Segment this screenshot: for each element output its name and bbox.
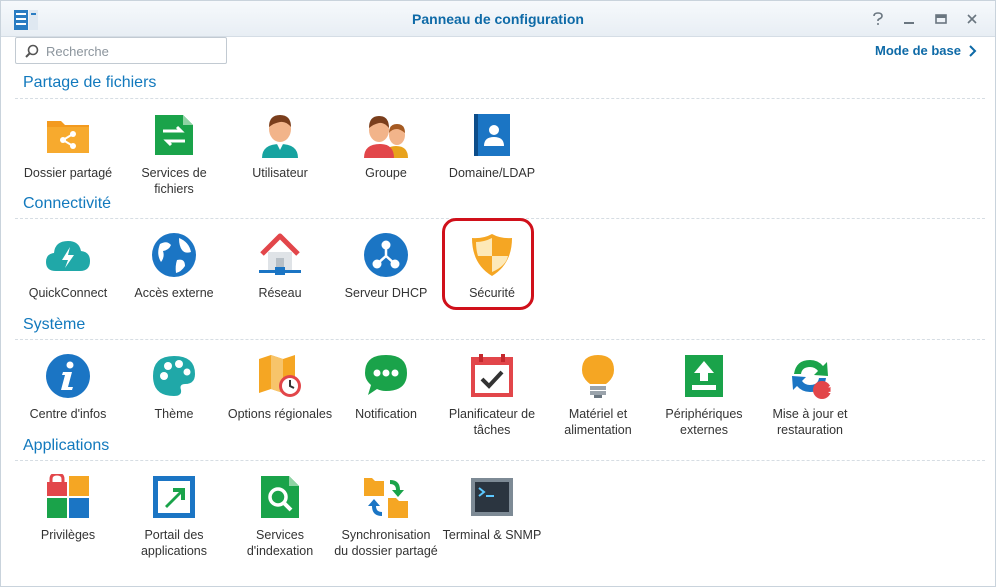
section-divider bbox=[15, 339, 985, 340]
calendar-check-icon bbox=[471, 354, 513, 397]
item-label: Périphériques externes bbox=[665, 407, 743, 437]
item-label: Centre d'infos bbox=[29, 407, 107, 421]
item-theme[interactable]: Thème bbox=[121, 352, 227, 422]
item-label: Notification bbox=[355, 407, 417, 421]
folder-sync-icon bbox=[364, 478, 408, 518]
item-file-services[interactable]: Services de fichiers bbox=[121, 111, 227, 197]
info-icon bbox=[46, 354, 90, 398]
dhcp-server-icon bbox=[364, 233, 408, 277]
item-label: Terminal & SNMP bbox=[442, 528, 542, 542]
item-info-center[interactable]: Centre d'infos bbox=[15, 352, 121, 422]
external-device-icon bbox=[685, 355, 723, 397]
maximize-button[interactable] bbox=[931, 9, 951, 29]
close-icon bbox=[967, 14, 977, 24]
item-hardware-power[interactable]: Matériel et alimentation bbox=[545, 352, 651, 438]
section-title-applications: Applications bbox=[23, 437, 110, 454]
search-field[interactable] bbox=[15, 37, 227, 64]
item-shared-folder[interactable]: Dossier partagé bbox=[15, 111, 121, 181]
item-label: Matériel et alimentation bbox=[564, 407, 632, 437]
file-services-icon bbox=[155, 115, 193, 155]
application-portal-icon bbox=[153, 476, 195, 518]
item-domain-ldap[interactable]: Domaine/LDAP bbox=[439, 111, 545, 181]
item-label: Services de fichiers bbox=[141, 166, 207, 196]
map-clock-icon bbox=[259, 355, 301, 397]
item-label: Mise à jour et restauration bbox=[772, 407, 848, 437]
privileges-icon bbox=[47, 474, 89, 518]
update-badge: 1 bbox=[827, 384, 835, 396]
basic-mode-label: Mode de base bbox=[875, 43, 961, 58]
item-notification[interactable]: Notification bbox=[333, 352, 439, 422]
section-title-system: Système bbox=[23, 316, 86, 333]
item-update-restore[interactable]: 1 Mise à jour et restauration bbox=[757, 352, 863, 438]
item-label: Réseau bbox=[258, 286, 302, 300]
maximize-icon bbox=[935, 14, 947, 24]
item-application-portal[interactable]: Portail des applications bbox=[121, 473, 227, 559]
user-icon bbox=[262, 115, 298, 158]
terminal-icon bbox=[471, 478, 513, 516]
item-label: QuickConnect bbox=[28, 286, 108, 300]
minimize-icon bbox=[904, 22, 914, 24]
section-divider bbox=[15, 460, 985, 461]
security-highlight-frame bbox=[442, 218, 534, 310]
item-label: Accès externe bbox=[134, 286, 214, 300]
help-icon bbox=[873, 12, 883, 25]
item-group[interactable]: Groupe bbox=[333, 111, 439, 181]
title-bar[interactable]: Panneau de configuration bbox=[1, 1, 995, 37]
help-button[interactable] bbox=[868, 9, 888, 29]
indexing-search-icon bbox=[261, 476, 299, 518]
chevron-right-icon bbox=[969, 44, 977, 57]
minimize-button[interactable] bbox=[899, 9, 919, 29]
item-network[interactable]: Réseau bbox=[227, 231, 333, 301]
shared-folder-icon bbox=[47, 121, 89, 153]
item-label: Groupe bbox=[365, 166, 407, 180]
globe-icon bbox=[152, 233, 196, 277]
item-external-access[interactable]: Accès externe bbox=[121, 231, 227, 301]
item-label: Services d'indexation bbox=[246, 528, 314, 558]
domain-ldap-icon bbox=[474, 114, 510, 156]
item-label: Utilisateur bbox=[252, 166, 308, 180]
palette-icon bbox=[153, 356, 195, 396]
item-privileges[interactable]: Privilèges bbox=[15, 473, 121, 543]
section-title-file-sharing: Partage de fichiers bbox=[23, 74, 157, 91]
search-icon bbox=[25, 44, 39, 58]
item-dhcp-server[interactable]: Serveur DHCP bbox=[333, 231, 439, 301]
group-icon bbox=[364, 116, 408, 158]
item-task-scheduler[interactable]: Planificateur de tâches bbox=[439, 352, 545, 438]
item-shared-folder-sync[interactable]: Synchronisation du dossier partagé bbox=[333, 473, 439, 559]
item-indexing-service[interactable]: Services d'indexation bbox=[227, 473, 333, 559]
item-label: Dossier partagé bbox=[23, 166, 113, 180]
item-label: Planificateur de tâches bbox=[448, 407, 536, 437]
item-label: Domaine/LDAP bbox=[448, 166, 536, 180]
close-button[interactable] bbox=[962, 9, 982, 29]
item-terminal-snmp[interactable]: Terminal & SNMP bbox=[439, 473, 545, 543]
item-external-devices[interactable]: Périphériques externes bbox=[651, 352, 757, 438]
control-panel-window: Panneau de configuration Mode de base Pa… bbox=[0, 0, 996, 587]
item-label: Options régionales bbox=[227, 407, 333, 421]
item-label: Privilèges bbox=[40, 528, 96, 542]
section-title-connectivity: Connectivité bbox=[23, 195, 112, 212]
item-label: Portail des applications bbox=[140, 528, 207, 558]
item-quickconnect[interactable]: QuickConnect bbox=[15, 231, 121, 301]
item-regional-options[interactable]: Options régionales bbox=[227, 352, 333, 422]
basic-mode-button[interactable]: Mode de base bbox=[875, 43, 977, 58]
item-user[interactable]: Utilisateur bbox=[227, 111, 333, 181]
window-title: Panneau de configuration bbox=[412, 11, 584, 27]
chat-bubble-icon bbox=[365, 355, 407, 395]
network-icon bbox=[259, 233, 301, 275]
light-bulb-icon bbox=[582, 355, 614, 398]
quickconnect-icon bbox=[46, 241, 90, 271]
section-divider bbox=[15, 98, 985, 99]
item-label: Synchronisation du dossier partagé bbox=[334, 528, 438, 558]
search-input[interactable] bbox=[46, 41, 222, 61]
item-label: Thème bbox=[154, 407, 194, 421]
item-label: Serveur DHCP bbox=[344, 286, 428, 300]
